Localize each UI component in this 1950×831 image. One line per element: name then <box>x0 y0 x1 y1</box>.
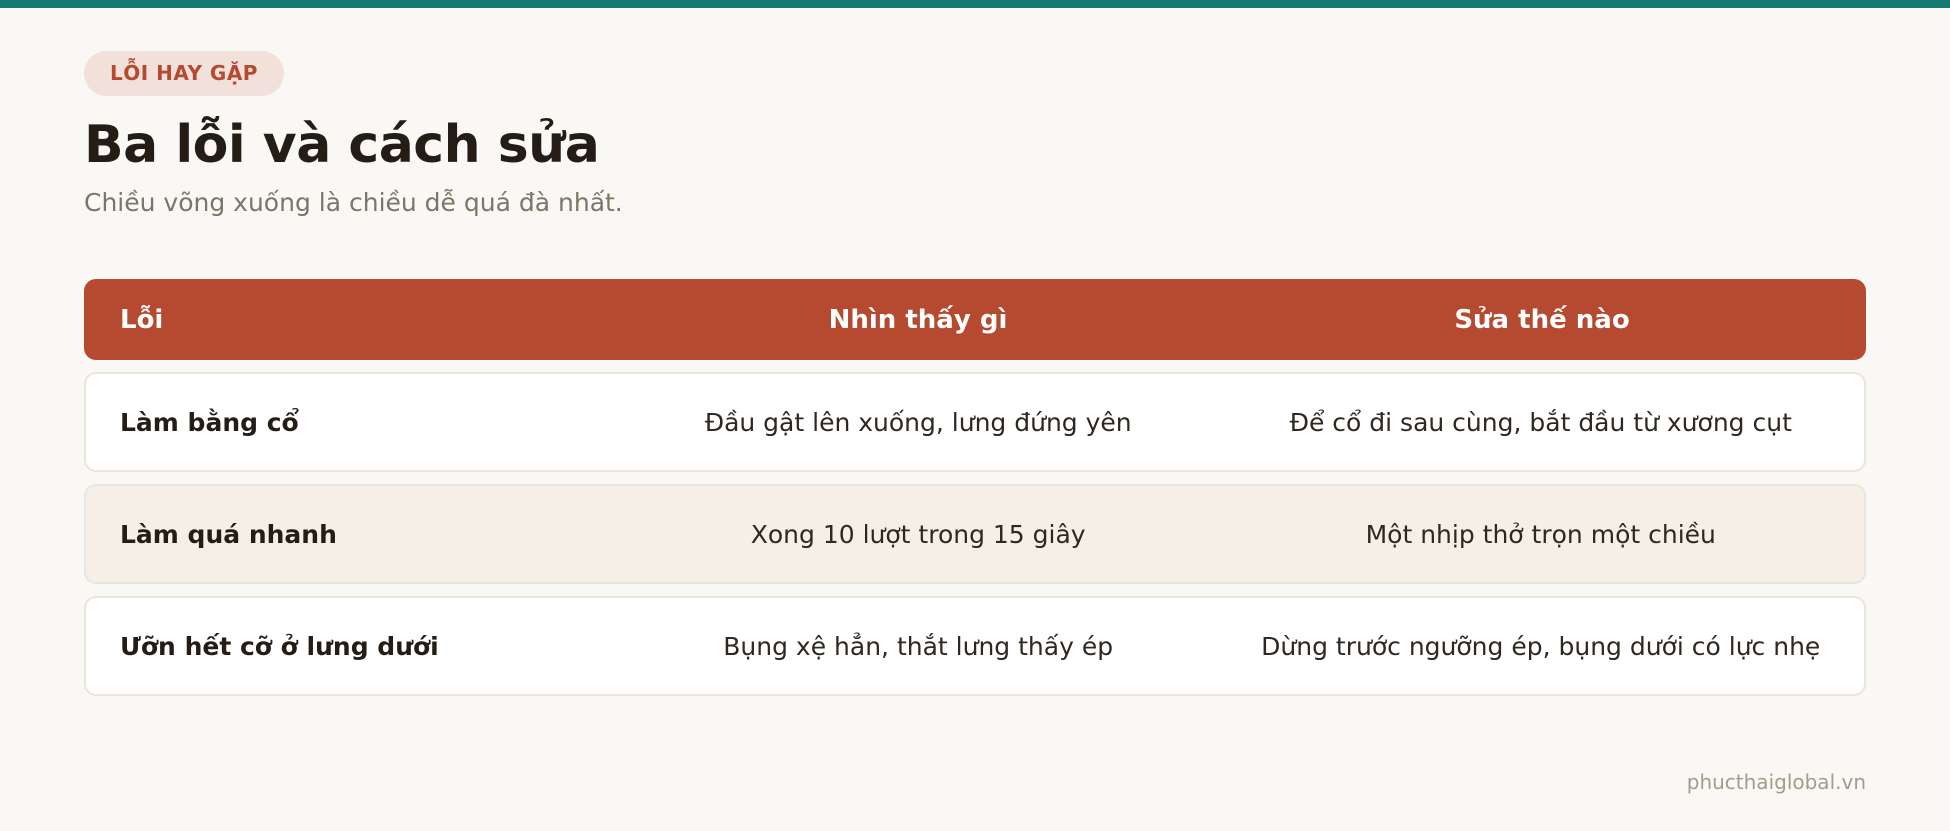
table-row: Làm quá nhanh Xong 10 lượt trong 15 giây… <box>84 484 1866 584</box>
row-how-to-fix: Một nhịp thở trọn một chiều <box>1365 519 1716 549</box>
row-how-to-fix: Dừng trước ngưỡng ép, bụng dưới có lực n… <box>1261 631 1821 661</box>
row-mistake: Ưỡn hết cỡ ở lưng dưới <box>120 631 439 661</box>
mistakes-table: Lỗi Nhìn thấy gì Sửa thế nào Làm bằng cổ… <box>84 279 1866 696</box>
page-title: Ba lỗi và cách sửa <box>84 115 600 175</box>
footer-domain: phucthaiglobal.vn <box>1686 770 1866 794</box>
table-row: Làm bằng cổ Đầu gật lên xuống, lưng đứng… <box>84 372 1866 472</box>
top-accent-bar <box>0 0 1950 8</box>
row-what-you-see: Đầu gật lên xuống, lưng đứng yên <box>704 407 1132 437</box>
row-what-you-see: Bụng xệ hẳn, thắt lưng thấy ép <box>723 631 1114 661</box>
row-what-you-see: Xong 10 lượt trong 15 giây <box>750 519 1086 549</box>
table-header: Lỗi Nhìn thấy gì Sửa thế nào <box>84 279 1866 360</box>
page-subtitle: Chiều võng xuống là chiều dễ quá đà nhất… <box>84 188 623 217</box>
row-mistake: Làm bằng cổ <box>120 407 299 437</box>
row-how-to-fix: Để cổ đi sau cùng, bắt đầu từ xương cụt <box>1289 407 1792 437</box>
header-what-you-see: Nhìn thấy gì <box>828 304 1008 335</box>
header-mistake: Lỗi <box>120 304 164 335</box>
table-row: Ưỡn hết cỡ ở lưng dưới Bụng xệ hẳn, thắt… <box>84 596 1866 696</box>
header-how-to-fix: Sửa thế nào <box>1454 304 1630 335</box>
row-mistake: Làm quá nhanh <box>120 519 337 549</box>
section-badge: LỖI HAY GẶP <box>84 51 284 96</box>
